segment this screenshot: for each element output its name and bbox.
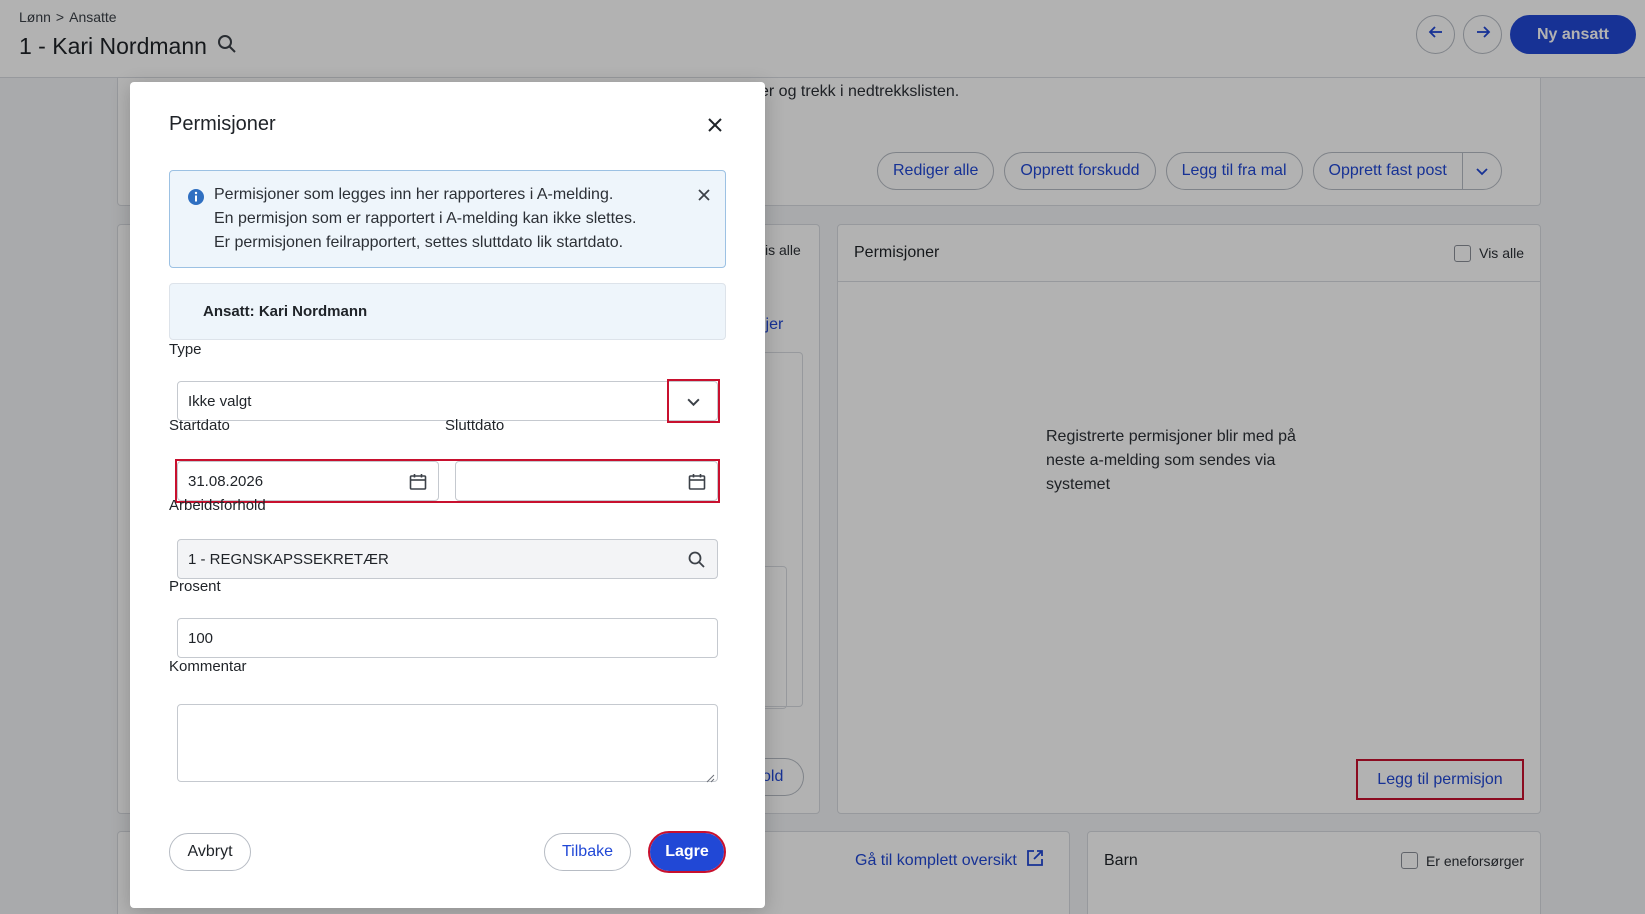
info-line-1: Permisjoner som legges inn her rapporter… [214,186,614,203]
type-select[interactable]: Ikke valgt [177,381,718,421]
info-line-3: Er permisjonen feilrapportert, settes sl… [214,234,624,251]
search-icon[interactable] [687,550,707,570]
employment-label: Arbeidsforhold [169,497,266,514]
calendar-icon[interactable] [408,472,428,492]
start-date-label: Startdato [169,417,230,434]
resize-grip-icon[interactable] [706,770,715,783]
calendar-icon[interactable] [687,472,707,492]
employee-summary: Ansatt: Kari Nordmann [169,283,726,340]
employment-field[interactable]: 1 - REGNSKAPSSEKRETÆR [177,539,718,579]
date-range-group: 31.08.2026 [175,459,720,503]
permissions-dialog: Permisjoner Permisjoner som legges inn h… [130,82,765,908]
info-line-2: En permisjon som er rapportert i A-meldi… [214,210,637,227]
info-alert-text: Permisjoner som legges inn her rapporter… [214,183,636,255]
close-icon[interactable] [696,187,712,203]
cancel-button[interactable]: Avbryt [169,833,251,871]
type-label: Type [169,341,202,358]
close-icon[interactable] [704,114,726,136]
chevron-down-icon[interactable] [667,379,720,423]
start-date-input[interactable]: 31.08.2026 [177,461,439,501]
employment-value: 1 - REGNSKAPSSEKRETÆR [188,550,389,568]
info-icon [187,188,205,206]
end-date-label: Sluttdato [445,417,505,434]
percent-value: 100 [188,629,214,647]
back-button[interactable]: Tilbake [544,833,631,871]
type-value: Ikke valgt [188,392,252,410]
dialog-title: Permisjoner [169,113,276,135]
start-date-value: 31.08.2026 [188,472,264,490]
save-button[interactable]: Lagre [648,831,726,873]
percent-input[interactable]: 100 [177,618,718,658]
info-alert: Permisjoner som legges inn her rapporter… [169,170,726,268]
comment-textarea[interactable] [177,704,718,783]
comment-label: Kommentar [169,658,247,675]
end-date-input[interactable] [455,461,718,501]
percent-label: Prosent [169,578,221,595]
